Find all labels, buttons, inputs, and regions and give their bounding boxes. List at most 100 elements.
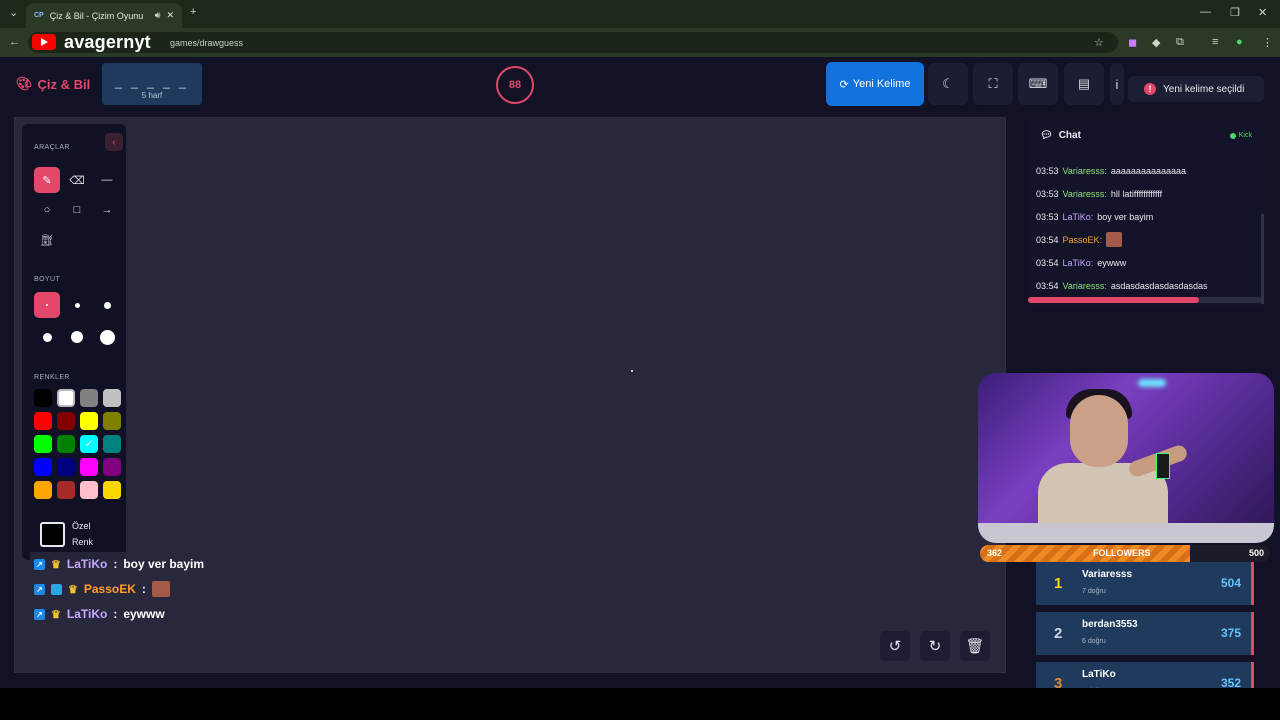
- circle-tool[interactable]: ○: [34, 197, 60, 223]
- info-button[interactable]: i: [1110, 63, 1124, 105]
- new-word-button[interactable]: ⟳ Yeni Kelime: [826, 62, 924, 106]
- overlay-author: LaTiKo: [66, 607, 108, 621]
- undo-button[interactable]: ↺: [880, 631, 910, 661]
- custom-color-button[interactable]: Özel Renk: [40, 518, 93, 550]
- size-6-button[interactable]: [94, 324, 120, 350]
- minimize-icon[interactable]: —: [1200, 6, 1211, 18]
- custom-color-label-1: Özel: [72, 521, 91, 531]
- message-time: 03:53: [1036, 165, 1059, 176]
- fill-tool[interactable]: ⛽︎: [34, 227, 60, 253]
- size-2-button[interactable]: [64, 292, 90, 318]
- chat-message: 03:54 Variaresss: asdasdasdasdasdasdas: [1036, 274, 1258, 297]
- archive-icon: ▤: [1077, 76, 1091, 91]
- color-swatch[interactable]: [34, 481, 52, 499]
- message-author-name: Variaresss: [1062, 165, 1105, 176]
- overlay-chat-row: ↗ ♛ PassoEK:: [30, 577, 281, 601]
- profile-avatar-icon[interactable]: ●: [1236, 36, 1243, 48]
- leaderboard-name: LaTiKo: [1082, 669, 1116, 680]
- address-bar[interactable]: games/drawguess: [28, 32, 1118, 53]
- ceiling-light: [1138, 379, 1166, 387]
- round-timer: 88: [496, 66, 534, 104]
- playlist-icon[interactable]: ≡: [1212, 36, 1218, 48]
- archive-button[interactable]: ▤: [1064, 63, 1104, 105]
- extension-diamond-icon[interactable]: ◆: [1152, 36, 1160, 49]
- color-swatch[interactable]: [80, 412, 98, 430]
- overlay-chat-row: ↗ ♛ LaTiKo: eywww: [30, 602, 281, 626]
- window-close-icon[interactable]: ✕: [1258, 6, 1267, 19]
- message-author-name: LaTiKo: [1062, 257, 1091, 268]
- keyboard-button[interactable]: ⌨: [1018, 63, 1058, 105]
- toast-notification: ! Yeni kelime seçildi: [1128, 76, 1264, 102]
- chat-header: 💬︎ Chat: [1040, 130, 1081, 141]
- size-3-button[interactable]: [94, 292, 120, 318]
- arrow-right-icon: →: [101, 204, 113, 216]
- streamer-overlay-label: avagernyt: [32, 31, 151, 53]
- kick-badge-icon: ↗: [34, 583, 45, 595]
- brush-tool[interactable]: ✎: [34, 167, 60, 193]
- custom-color-label: Özel Renk: [72, 518, 93, 550]
- message-time: 03:54: [1036, 257, 1059, 268]
- fullscreen-button[interactable]: ⛶: [973, 63, 1013, 105]
- color-swatch[interactable]: [103, 435, 121, 453]
- rectangle-tool[interactable]: □: [64, 197, 90, 223]
- size-5-button[interactable]: [64, 324, 90, 350]
- chevron-left-icon: ‹: [112, 136, 116, 148]
- color-swatch[interactable]: [57, 458, 75, 476]
- url-text: games/drawguess: [170, 37, 244, 48]
- color-swatch[interactable]: [34, 412, 52, 430]
- tab-search-icon[interactable]: ⌄: [9, 6, 18, 19]
- redo-button[interactable]: ↻: [920, 631, 950, 661]
- color-swatch[interactable]: [57, 481, 75, 499]
- webcam-feed: [978, 373, 1274, 543]
- color-swatch[interactable]: [57, 389, 75, 407]
- size-4-button[interactable]: [34, 324, 60, 350]
- back-icon[interactable]: ←: [9, 36, 20, 48]
- line-tool[interactable]: —: [94, 167, 120, 193]
- color-swatch[interactable]: [80, 481, 98, 499]
- color-swatch[interactable]: [34, 435, 52, 453]
- restore-icon[interactable]: ❐: [1230, 6, 1240, 19]
- chat-title: Chat: [1058, 130, 1081, 141]
- color-swatch[interactable]: [80, 389, 98, 407]
- color-swatch[interactable]: [103, 458, 121, 476]
- speaker-icon[interactable]: 🔊︎: [155, 10, 161, 21]
- arrow-tool[interactable]: →: [94, 197, 120, 223]
- new-tab-icon[interactable]: +: [190, 6, 196, 18]
- collapse-panel-button[interactable]: ‹: [105, 133, 123, 151]
- color-swatch[interactable]: [103, 412, 121, 430]
- message-text: boy ver bayim: [1097, 211, 1154, 222]
- color-swatch[interactable]: [57, 435, 75, 453]
- menu-kebab-icon[interactable]: ⋮: [1262, 36, 1273, 49]
- color-swatch[interactable]: [103, 481, 121, 499]
- color-swatch[interactable]: [34, 389, 52, 407]
- tab-title: Çiz & Bil - Çizim Oyunu: [49, 10, 144, 21]
- extensions-puzzle-icon[interactable]: ⧉: [1176, 36, 1184, 49]
- tab-close-icon[interactable]: ✕: [166, 10, 174, 21]
- moon-icon: ☾: [942, 76, 954, 91]
- chat-scrollbar[interactable]: [1261, 214, 1264, 304]
- color-swatch[interactable]: [103, 389, 121, 407]
- color-swatch[interactable]: ✓: [80, 435, 98, 453]
- brand-title: Çiz & Bil: [37, 76, 91, 92]
- overlay-author: PassoEK: [83, 582, 136, 596]
- color-swatch[interactable]: [57, 412, 75, 430]
- palette-icon: 🎨︎: [16, 76, 33, 91]
- followers-label: FOLLOWERS: [1093, 548, 1151, 558]
- word-mask: _ _ _ _ _: [115, 75, 189, 89]
- crown-icon: ♛: [68, 583, 78, 596]
- clear-button[interactable]: 🗑︎: [960, 631, 990, 661]
- browser-tab[interactable]: CP Çiz & Bil - Çizim Oyunu 🔊︎ ✕: [26, 3, 182, 28]
- followers-goal: 500: [1248, 548, 1264, 558]
- dark-mode-button[interactable]: ☾: [928, 63, 968, 105]
- chat-message: 03:53 Variaresss: hll latiffffffffffff: [1036, 182, 1258, 205]
- color-swatch[interactable]: [80, 458, 98, 476]
- message-author: Variaresss:: [1062, 188, 1107, 199]
- size-1-button[interactable]: [34, 292, 60, 318]
- eraser-tool[interactable]: ⌫: [64, 167, 90, 193]
- extension-icon[interactable]: ◼: [1128, 36, 1137, 49]
- overlay-separator: :: [141, 582, 146, 596]
- message-time: 03:54: [1036, 234, 1059, 245]
- overlay-text: eywww: [123, 607, 165, 621]
- bookmark-star-icon[interactable]: ☆: [1094, 36, 1104, 49]
- color-swatch[interactable]: [34, 458, 52, 476]
